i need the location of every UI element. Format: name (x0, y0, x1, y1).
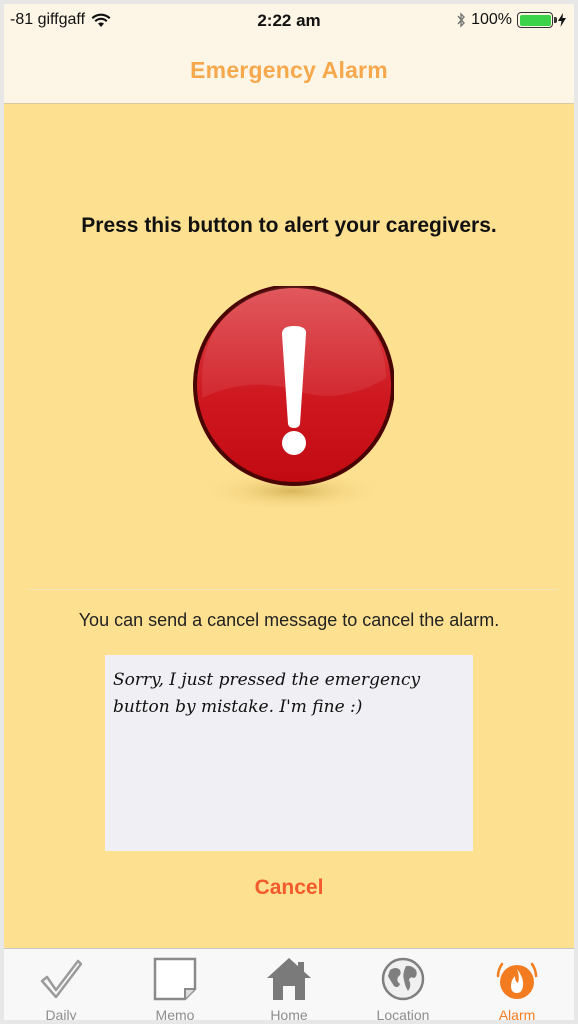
exclamation-alarm-icon (193, 284, 395, 511)
alarm-flame-icon (492, 955, 542, 1003)
alert-prompt: Press this button to alert your caregive… (81, 214, 497, 237)
cancel-hint-text: You can send a cancel message to cancel … (78, 610, 500, 630)
status-right: 100% (456, 11, 566, 29)
tab-label: Alarm (498, 1007, 536, 1023)
emergency-alarm-button[interactable] (190, 284, 395, 516)
bluetooth-icon (456, 12, 466, 28)
tab-bar: Daily Memo Home Location Alarm (4, 948, 574, 1023)
tab-label: Memo (155, 1007, 195, 1023)
tab-location[interactable]: Location (346, 949, 460, 1023)
note-icon (150, 955, 200, 1003)
tab-label: Daily (45, 1007, 77, 1023)
cancel-message-field[interactable]: Sorry, I just pressed the emergency butt… (105, 655, 473, 851)
tab-alarm[interactable]: Alarm (460, 949, 574, 1023)
status-bar: -81 giffgaff 2:22 am 100% (4, 4, 574, 38)
battery-fill (519, 14, 551, 26)
battery-percent: 100% (471, 11, 512, 28)
house-icon (264, 955, 314, 1003)
section-divider (28, 589, 558, 590)
tab-home[interactable]: Home (232, 949, 346, 1023)
battery-icon (517, 12, 557, 28)
app-screen: -81 giffgaff 2:22 am 100% Emergency Alar… (0, 0, 578, 1024)
cancel-button[interactable]: Cancel (4, 876, 574, 900)
navigation-bar: Emergency Alarm (4, 38, 574, 104)
tab-memo[interactable]: Memo (118, 949, 232, 1023)
checkmark-icon (36, 955, 86, 1003)
charging-bolt-icon (558, 13, 566, 27)
tab-label: Home (270, 1007, 308, 1023)
globe-icon (378, 955, 428, 1003)
page-title: Emergency Alarm (190, 57, 388, 83)
tab-daily[interactable]: Daily (4, 949, 118, 1023)
tab-label: Location (376, 1007, 430, 1023)
